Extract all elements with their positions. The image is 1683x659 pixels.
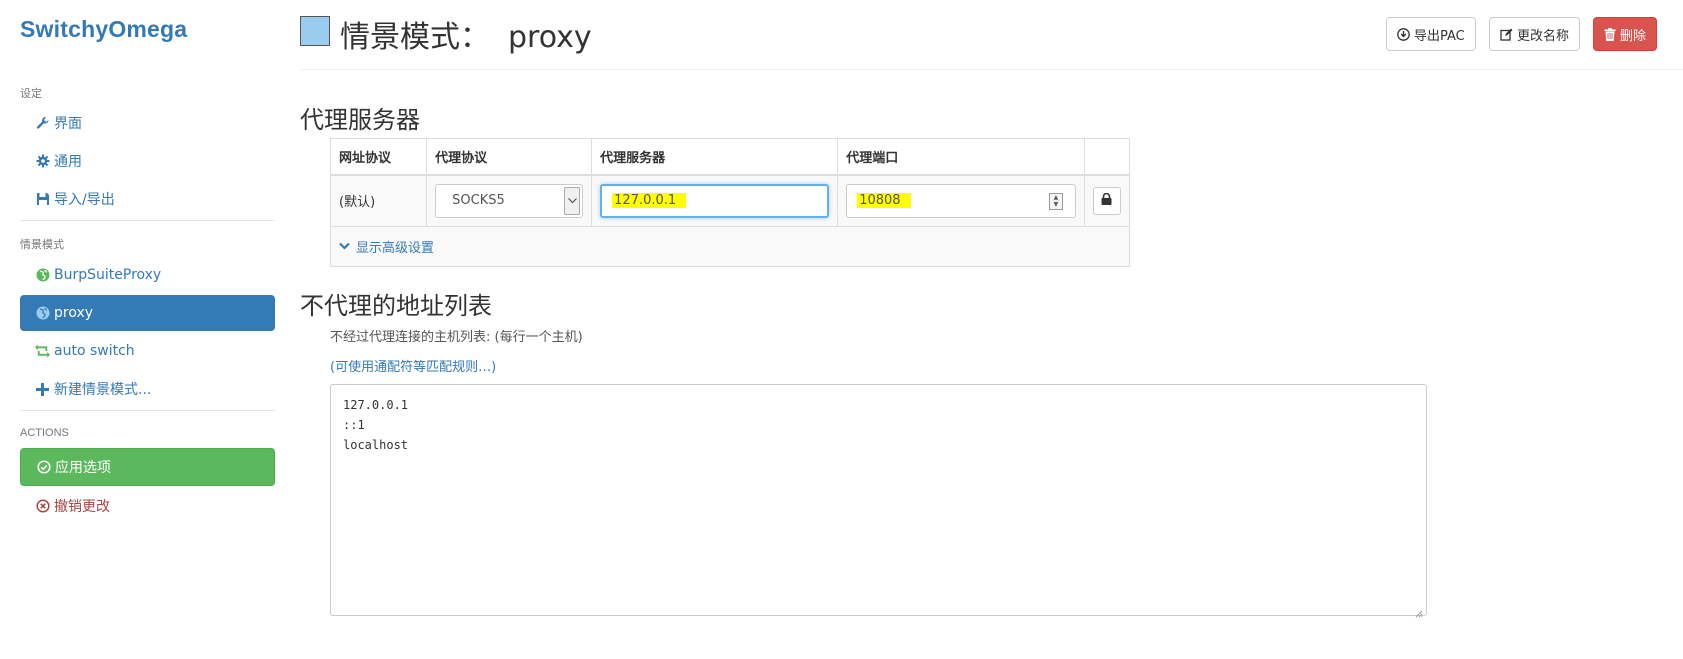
resize-grip-icon[interactable] — [1415, 604, 1423, 618]
sidebar-divider — [20, 410, 275, 411]
sidebar: SwitchyOmega 设定 界面 通用 导入/导出 情景模式 BurpSui… — [0, 0, 290, 659]
settings-section-title: 设定 — [20, 88, 42, 100]
page-title-prefix: 情景模式： — [340, 20, 490, 55]
sidebar-item-general[interactable]: 通用 — [20, 143, 275, 179]
column-header-port: 代理端口 — [837, 138, 1085, 176]
wildcard-rules-link[interactable]: (可使用通配符等匹配规则…) — [330, 356, 496, 375]
advanced-cell: 显示高级设置 — [330, 226, 1130, 267]
actions-section-title: ACTIONS — [20, 427, 69, 439]
sidebar-item-burpsuiteproxy[interactable]: BurpSuiteProxy — [20, 257, 275, 293]
apply-options-button[interactable]: 应用选项 — [20, 448, 275, 486]
bypass-line: 127.0.0.1 — [343, 398, 409, 412]
show-advanced-label: 显示高级设置 — [356, 241, 435, 256]
sidebar-item-import-export[interactable]: 导入/导出 — [20, 181, 275, 217]
sidebar-item-label: 导入/导出 — [54, 192, 115, 208]
sidebar-item-label: 界面 — [54, 116, 82, 132]
proxy-servers-table: 网址协议 代理协议 代理服务器 代理端口 (默认) SOCKS5 127.0.0… — [329, 138, 1131, 267]
bypass-list-hint: 不经过代理连接的主机列表: (每行一个主机) — [330, 330, 583, 345]
column-header-scheme: 网址协议 — [329, 138, 428, 176]
server-cell: 127.0.0.1 — [591, 174, 839, 227]
auth-lock-button[interactable] — [1092, 186, 1121, 215]
chevron-down-icon — [564, 186, 581, 215]
discard-changes-label: 撤销更改 — [54, 499, 110, 515]
proxy-protocol-value: SOCKS5 — [452, 193, 505, 209]
column-header-protocol: 代理协议 — [426, 138, 593, 176]
sidebar-item-label: 通用 — [54, 154, 82, 170]
show-advanced-link[interactable]: 显示高级设置 — [339, 237, 434, 256]
app-brand[interactable]: SwitchyOmega — [20, 16, 187, 43]
table-row: (默认) SOCKS5 127.0.0.1 10808 ▲ ▼ — [329, 174, 1131, 227]
sidebar-item-label: 新建情景模式... — [54, 382, 152, 398]
sidebar-item-auto-switch[interactable]: auto switch — [20, 333, 275, 369]
check-circle-icon — [36, 460, 51, 475]
spinner-up-icon[interactable]: ▲ — [1050, 194, 1062, 201]
discard-changes-button[interactable]: 撤销更改 — [20, 488, 275, 524]
sidebar-item-interface[interactable]: 界面 — [20, 105, 275, 141]
lock-cell — [1083, 174, 1131, 227]
profile-color-swatch[interactable] — [300, 16, 330, 46]
sidebar-item-label: BurpSuiteProxy — [54, 267, 162, 283]
wrench-icon — [35, 116, 50, 131]
cancel-circle-icon — [35, 499, 50, 514]
bypass-line: ::1 — [343, 418, 365, 432]
sidebar-item-proxy[interactable]: proxy — [20, 295, 275, 331]
header-divider — [300, 69, 1683, 70]
trash-icon — [1604, 27, 1616, 41]
proxy-server-value: 127.0.0.1 — [612, 193, 687, 209]
scheme-cell: (默认) — [329, 174, 428, 227]
bypass-list-textarea[interactable]: 127.0.0.1 ::1 localhost — [330, 384, 1427, 618]
proxy-port-value: 10808 — [857, 193, 911, 209]
proxy-protocol-select[interactable]: SOCKS5 — [435, 183, 584, 218]
chevron-down-icon — [339, 239, 350, 254]
port-spinner[interactable]: ▲ ▼ — [1048, 192, 1063, 210]
bypass-list-heading: 不代理的地址列表 — [300, 292, 492, 320]
export-pac-label: 导出PAC — [1414, 28, 1465, 44]
download-icon — [1397, 27, 1410, 41]
page-title: 情景模式： proxy — [340, 12, 592, 56]
profiles-section-title: 情景模式 — [20, 239, 64, 251]
delete-profile-button[interactable]: 删除 — [1593, 17, 1658, 51]
proxy-servers-heading: 代理服务器 — [300, 106, 420, 134]
globe-icon — [35, 268, 50, 283]
floppy-icon — [35, 192, 50, 207]
lock-icon — [1101, 192, 1112, 209]
gear-icon — [35, 154, 50, 169]
sidebar-divider — [20, 220, 275, 221]
protocol-cell: SOCKS5 — [426, 174, 593, 227]
plus-icon — [35, 382, 50, 397]
advanced-row: 显示高级设置 — [330, 226, 1130, 267]
delete-label: 删除 — [1620, 28, 1647, 44]
port-cell: 10808 ▲ ▼ — [837, 174, 1085, 227]
proxy-server-input[interactable]: 127.0.0.1 — [600, 183, 830, 218]
globe-icon — [35, 306, 50, 321]
profile-name: proxy — [508, 20, 592, 55]
export-pac-button[interactable]: 导出PAC — [1386, 17, 1476, 51]
spinner-down-icon[interactable]: ▼ — [1050, 201, 1062, 208]
sidebar-item-label: proxy — [54, 305, 94, 321]
column-header-lock — [1083, 138, 1131, 176]
sidebar-item-new-profile[interactable]: 新建情景模式... — [20, 371, 275, 407]
column-header-server: 代理服务器 — [591, 138, 839, 176]
sidebar-item-label: auto switch — [54, 343, 135, 359]
edit-icon — [1500, 28, 1513, 41]
bypass-line: localhost — [343, 438, 409, 452]
rename-button[interactable]: 更改名称 — [1489, 17, 1581, 51]
retweet-icon — [35, 344, 50, 359]
rename-label: 更改名称 — [1517, 28, 1570, 44]
proxy-port-input[interactable]: 10808 ▲ ▼ — [846, 183, 1076, 218]
apply-options-label: 应用选项 — [55, 460, 111, 476]
